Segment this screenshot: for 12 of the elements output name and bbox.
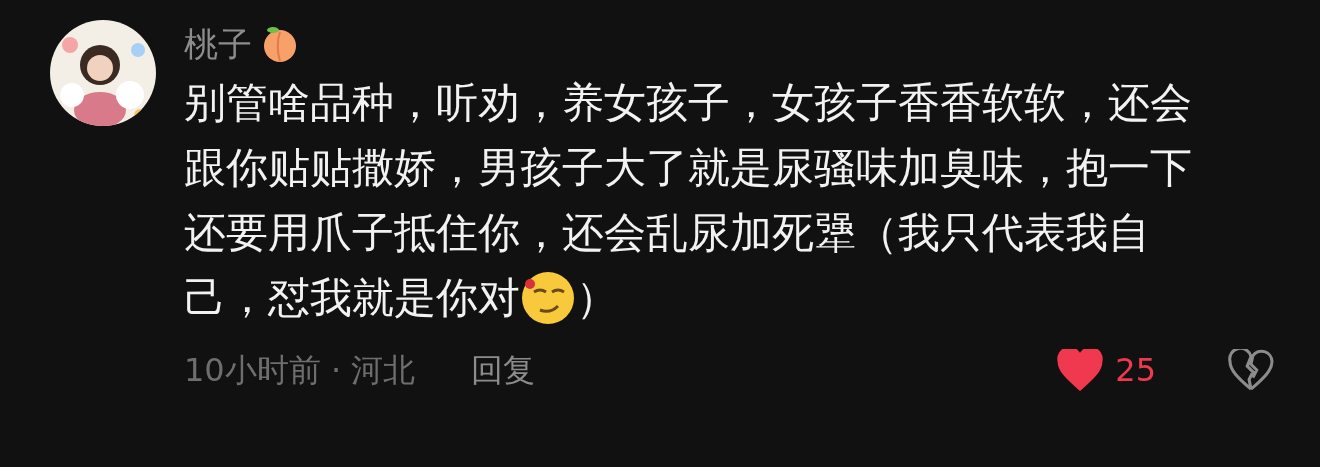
broken-heart-icon[interactable] [1228,349,1274,391]
comment-text: 己，怼我就是你对 [184,272,520,324]
comment-text: ） [576,272,618,324]
username[interactable]: 桃子 [184,22,252,66]
heart-icon[interactable] [1057,349,1104,391]
smirk-face-icon [520,269,576,326]
comment-text: 别管啥品种，听劝，养女孩子，女孩子香香软软，还会 [184,77,1192,129]
reply-button[interactable]: 回复 [471,346,536,394]
comment-text: 还要用爪子抵住你，还会乱尿加死犟（我只代表我自 [184,207,1150,259]
comment-text: 跟你贴贴撒娇，男孩子大了就是尿骚味加臭味，抱一下 [184,142,1192,194]
like-count: 25 [1115,350,1156,391]
comment-meta: 10小时前 · 河北 [184,350,416,391]
